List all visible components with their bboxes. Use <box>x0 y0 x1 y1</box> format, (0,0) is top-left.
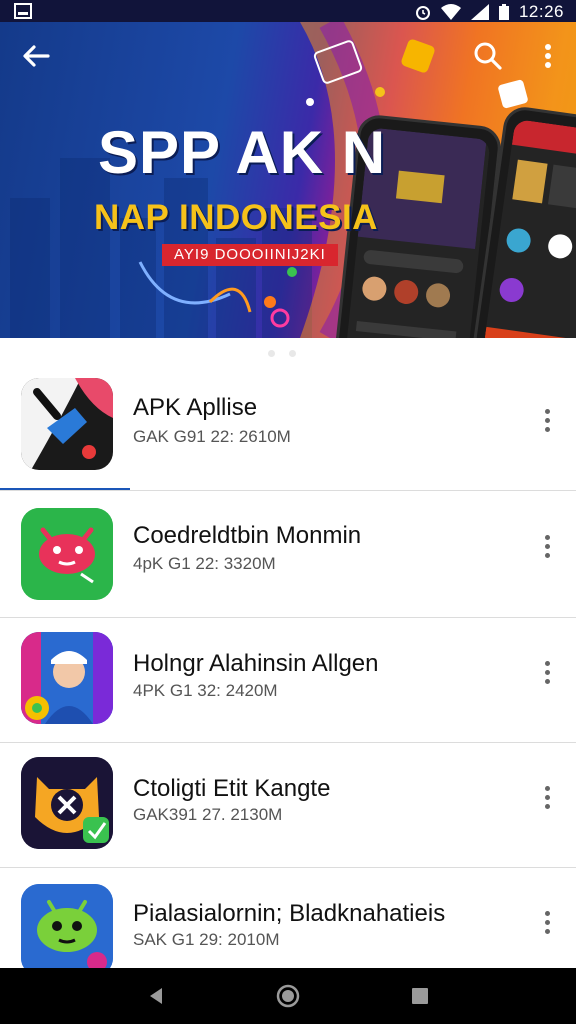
status-bar: 12:26 <box>0 0 576 22</box>
alarm-icon <box>415 6 430 20</box>
list-item[interactable]: Coedreldtbin Monmin 4pK G1 22: 3320M <box>0 492 576 618</box>
more-vert-icon[interactable] <box>536 38 560 74</box>
avatar-app-icon <box>21 632 113 724</box>
overflow-menu-icon[interactable] <box>538 532 556 564</box>
status-time: 12:26 <box>518 2 564 21</box>
nav-home-icon[interactable] <box>276 984 300 1008</box>
app-meta: GAK G91 22: 2610M <box>133 427 291 446</box>
app-icon-graphic <box>21 378 113 470</box>
app-icon <box>21 757 113 849</box>
android-monster-icon <box>21 508 113 600</box>
app-name: APK Apllise <box>133 394 258 421</box>
app-meta: GAK391 27. 2130M <box>133 805 283 824</box>
signal-icon <box>470 4 489 20</box>
overflow-menu-icon[interactable] <box>538 908 556 940</box>
navigation-bar <box>0 968 576 1024</box>
app-icon <box>21 378 113 470</box>
wifi-icon <box>440 4 461 20</box>
notification-icon <box>14 3 32 19</box>
app-icon <box>21 632 113 724</box>
cat-app-icon <box>21 757 113 849</box>
app-name: Coedreldtbin Monmin <box>133 522 362 549</box>
banner-subtitle: NAP INDONESIA <box>94 198 378 237</box>
nav-back-icon[interactable] <box>146 986 166 1006</box>
app-icon <box>21 884 113 976</box>
banner-title: SPP AK N <box>98 119 387 186</box>
nav-recent-apps-icon[interactable] <box>410 986 430 1006</box>
app-name: Holngr Alahinsin Allgen <box>133 650 379 677</box>
overflow-menu-icon[interactable] <box>538 658 556 690</box>
page-dot <box>289 350 296 357</box>
battery-icon <box>498 4 509 20</box>
page-dot <box>268 350 275 357</box>
app-meta: SAK G1 29: 2010M <box>133 930 280 949</box>
search-icon[interactable] <box>470 38 506 74</box>
overflow-menu-icon[interactable] <box>538 783 556 815</box>
list-item[interactable]: Ctoligti Etit Kangte GAK391 27. 2130M <box>0 743 576 869</box>
banner-ribbon: AYI9 DOOOIINIJ2KI <box>162 244 338 266</box>
app-name: Pialasialornin; Bladknahatieis <box>133 900 446 927</box>
hero-banner: SPP AK N NAP INDONESIA AYI9 DOOOIINIJ2KI <box>0 22 576 338</box>
app-name: Ctoligti Etit Kangte <box>133 775 331 802</box>
list-item[interactable]: Holngr Alahinsin Allgen 4PK G1 32: 2420M <box>0 618 576 744</box>
divider <box>0 490 576 491</box>
app-icon <box>21 508 113 600</box>
app-meta: 4PK G1 32: 2420M <box>133 681 278 700</box>
android-robot-icon <box>21 884 113 976</box>
list-item[interactable]: APK Apllise GAK G91 22: 2610M <box>0 362 576 488</box>
back-arrow-icon[interactable] <box>18 38 54 74</box>
banner-page-indicator <box>268 350 296 357</box>
app-meta: 4pK G1 22: 3320M <box>133 554 276 573</box>
overflow-menu-icon[interactable] <box>538 406 556 438</box>
